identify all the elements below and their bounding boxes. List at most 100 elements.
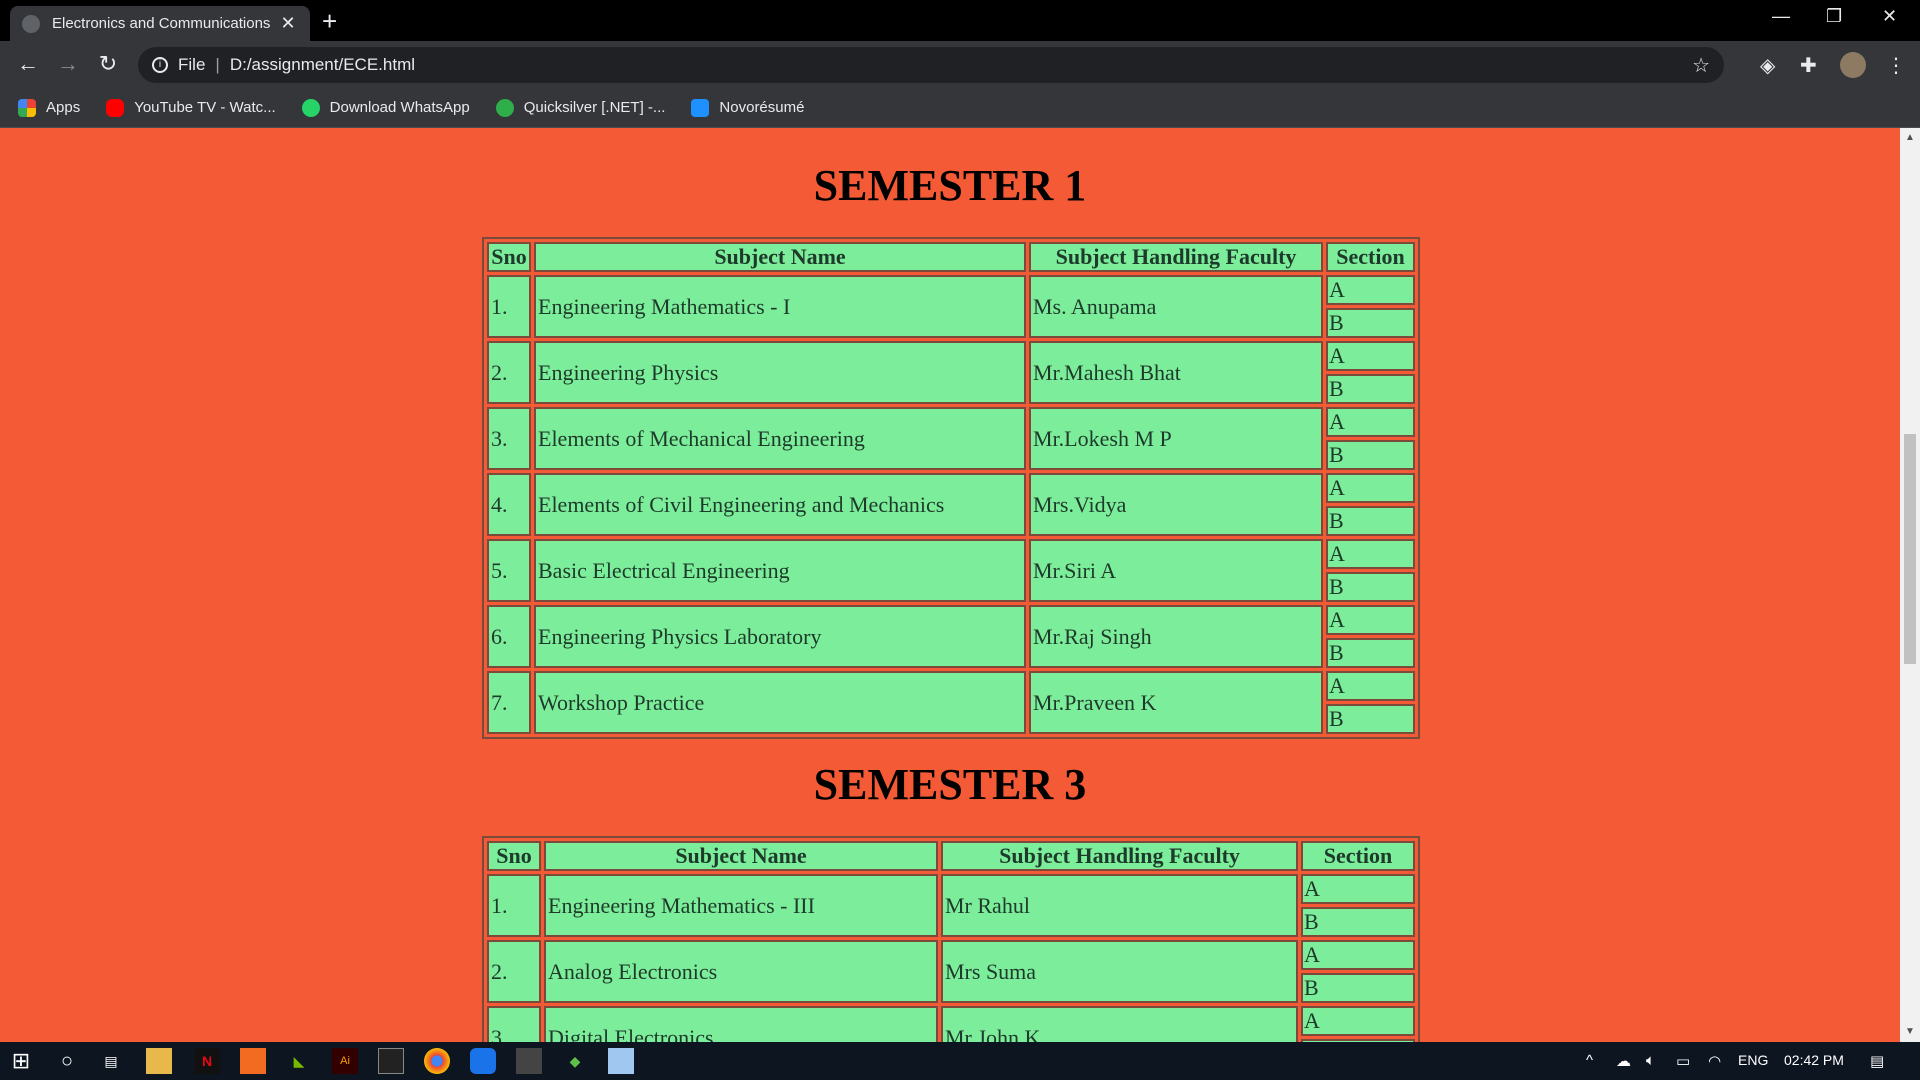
- semester-3-heading: SEMESTER 3: [813, 760, 1087, 809]
- minimize-icon[interactable]: —: [1772, 6, 1790, 27]
- file-explorer-icon[interactable]: [146, 1048, 172, 1074]
- table-row: 3. Elements of Mechanical Engineering Mr.L…: [487, 407, 1415, 470]
- restore-icon[interactable]: ❐: [1826, 6, 1842, 27]
- chrome-icon[interactable]: [424, 1048, 450, 1074]
- info-icon[interactable]: i: [152, 57, 168, 73]
- section-cell: A: [1301, 940, 1415, 970]
- profile-avatar[interactable]: [1840, 52, 1866, 78]
- terminal-icon[interactable]: [378, 1048, 404, 1074]
- column-header-section: Section: [1301, 841, 1415, 871]
- bookmark-novoresume[interactable]: Novorésumé: [691, 98, 804, 117]
- scroll-down-icon[interactable]: ▼: [1905, 1026, 1915, 1037]
- scrollbar-thumb[interactable]: [1904, 434, 1916, 664]
- forward-arrow-icon[interactable]: →: [54, 51, 82, 77]
- xampp-icon[interactable]: [240, 1048, 266, 1074]
- section-cell: B: [1326, 572, 1415, 602]
- nvidia-icon[interactable]: ◣: [286, 1048, 312, 1074]
- bookmark-label: YouTube TV - Watc...: [134, 99, 276, 116]
- reload-icon[interactable]: ↻: [94, 51, 122, 77]
- browser-toolbar: ← → ↻ i File | D:/assignment/ECE.html ☆ …: [0, 41, 1920, 88]
- table-row: 1. Engineering Mathematics - I Ms. Anupama…: [487, 275, 1415, 338]
- subject-cell: Elements of Mechanical Engineering: [534, 407, 1026, 470]
- quicksilver-icon: [495, 98, 514, 117]
- faculty-cell: Mr Rahul: [941, 874, 1298, 937]
- sno-cell: 2.: [487, 940, 541, 1003]
- column-header-faculty: Subject Handling Faculty: [1029, 242, 1323, 272]
- battery-icon[interactable]: ▭: [1676, 1052, 1690, 1070]
- bookmark-whatsapp[interactable]: Download WhatsApp: [301, 98, 470, 117]
- table-row: 2. Analog Electronics Mrs Suma A: [487, 940, 1415, 1003]
- show-hidden-icons-icon[interactable]: ^: [1586, 1052, 1593, 1069]
- browser-tab[interactable]: Electronics and Communications ✕: [10, 6, 310, 41]
- window-close-icon[interactable]: ✕: [1882, 6, 1897, 27]
- volume-icon[interactable]: 🔈︎: [1646, 1052, 1655, 1069]
- section-cell: B: [1326, 704, 1415, 734]
- section-cell: A: [1326, 275, 1415, 305]
- menu-dots-icon[interactable]: ⋮: [1886, 53, 1906, 78]
- task-view-icon[interactable]: ▤: [98, 1048, 124, 1074]
- messenger-icon[interactable]: [470, 1048, 496, 1074]
- green-app-icon[interactable]: ◆: [562, 1048, 588, 1074]
- tab-title: Electronics and Communications: [52, 15, 270, 32]
- faculty-cell: Mrs.Vidya: [1029, 473, 1323, 536]
- bookmark-apps[interactable]: Apps: [18, 98, 81, 117]
- subject-cell: Basic Electrical Engineering: [534, 539, 1026, 602]
- section-cell: B: [1326, 308, 1415, 338]
- youtube-icon: [106, 98, 125, 117]
- column-header-faculty: Subject Handling Faculty: [941, 841, 1298, 871]
- faculty-cell: Mrs Suma: [941, 940, 1298, 1003]
- section-cell: A: [1326, 341, 1415, 371]
- illustrator-icon[interactable]: Ai: [332, 1048, 358, 1074]
- table-header-row: Sno Subject Name Subject Handling Facult…: [487, 242, 1415, 272]
- scroll-up-icon[interactable]: ▲: [1905, 132, 1915, 143]
- search-circle-icon[interactable]: ○: [54, 1048, 80, 1074]
- close-icon[interactable]: ✕: [278, 13, 298, 34]
- new-tab-button[interactable]: +: [322, 8, 337, 34]
- bookmark-quicksilver[interactable]: Quicksilver [.NET] -...: [495, 98, 666, 117]
- subject-cell: Workshop Practice: [534, 671, 1026, 734]
- column-header-sno: Sno: [487, 242, 531, 272]
- bookmark-star-icon[interactable]: ☆: [1692, 53, 1710, 78]
- subject-cell: Elements of Civil Engineering and Mechan…: [534, 473, 1026, 536]
- bookmarks-bar: Apps YouTube TV - Watc... Download Whats…: [0, 88, 1920, 128]
- language-indicator[interactable]: ENG: [1738, 1052, 1768, 1068]
- url-scheme-label: File: [178, 55, 206, 74]
- video-app-icon[interactable]: [516, 1048, 542, 1074]
- windows-start-icon[interactable]: ⊞: [8, 1048, 34, 1074]
- sno-cell: 2.: [487, 341, 531, 404]
- url-separator: |: [215, 55, 220, 74]
- netflix-icon[interactable]: N: [194, 1048, 220, 1074]
- table-row: 3. Digital Electronics Mr John KA: [487, 1006, 1415, 1042]
- address-bar[interactable]: i File | D:/assignment/ECE.html ☆: [138, 47, 1724, 83]
- semester-3-table: Sno Subject Name Subject Handling Facult…: [482, 836, 1420, 1042]
- apps-grid-icon: [18, 98, 36, 117]
- bookmark-label: Apps: [46, 99, 81, 116]
- faculty-cell: Mr.Mahesh Bhat: [1029, 341, 1323, 404]
- semester-1-heading: SEMESTER 1: [813, 161, 1087, 210]
- column-header-subject: Subject Name: [534, 242, 1026, 272]
- table-row: 4. Elements of Civil Engineering and Mech…: [487, 473, 1415, 536]
- novoresume-icon: [691, 98, 710, 117]
- column-header-section: Section: [1326, 242, 1415, 272]
- column-header-subject: Subject Name: [544, 841, 938, 871]
- back-arrow-icon[interactable]: ←: [14, 51, 42, 77]
- bookmark-youtube-tv[interactable]: YouTube TV - Watc...: [106, 98, 276, 117]
- notifications-icon[interactable]: ▤: [1870, 1052, 1884, 1070]
- sno-cell: 7.: [487, 671, 531, 734]
- section-cell: A: [1301, 1006, 1415, 1036]
- notepad-icon[interactable]: [608, 1048, 634, 1074]
- puzzle-extensions-icon[interactable]: ✚: [1800, 53, 1817, 78]
- semester-1-table-body: 1. Engineering Mathematics - I Ms. Anupama…: [487, 275, 1415, 734]
- table-row: 6. Engineering Physics Laboratory Mr.Raj S…: [487, 605, 1415, 668]
- vertical-scrollbar[interactable]: ▲ ▼: [1900, 128, 1920, 1042]
- bookmark-label: Quicksilver [.NET] -...: [523, 99, 666, 116]
- extension-icon[interactable]: ◈: [1760, 53, 1775, 78]
- section-cell: A: [1326, 407, 1415, 437]
- table-header-row: Sno Subject Name Subject Handling Facult…: [487, 841, 1415, 871]
- wifi-icon[interactable]: ◠: [1708, 1052, 1721, 1070]
- sno-cell: 1.: [487, 275, 531, 338]
- section-cell: A: [1326, 539, 1415, 569]
- subject-cell: Engineering Mathematics - III: [544, 874, 938, 937]
- onedrive-icon[interactable]: ☁: [1616, 1052, 1631, 1070]
- clock[interactable]: 02:42 PM: [1784, 1052, 1844, 1068]
